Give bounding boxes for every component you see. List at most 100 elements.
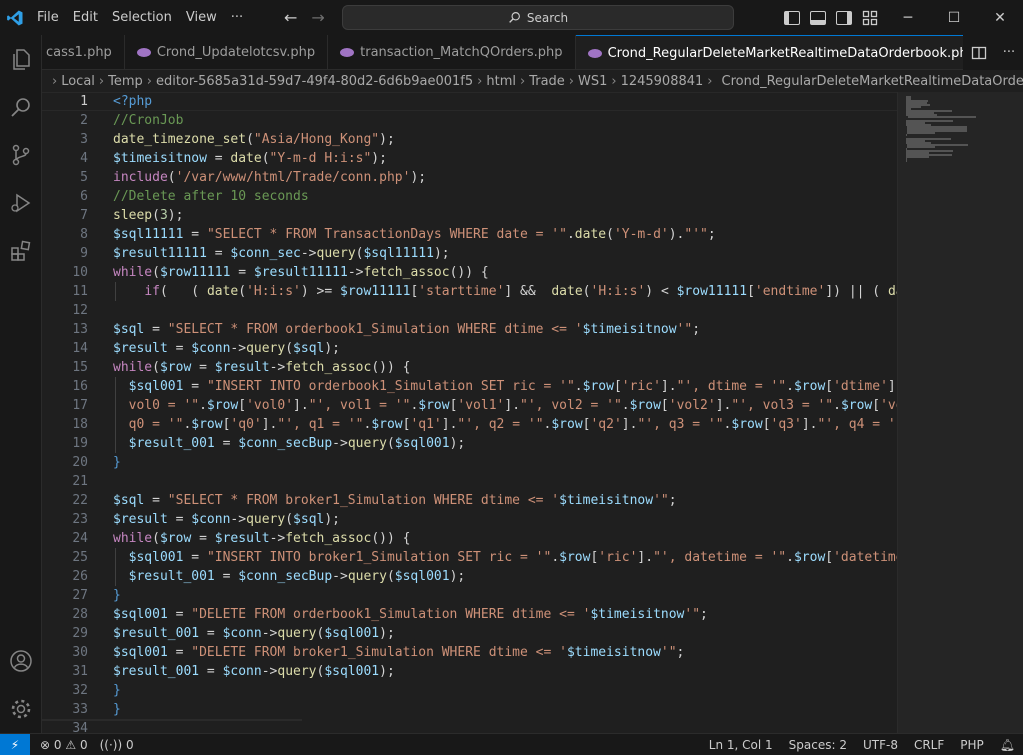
line-number: 19 (72, 436, 88, 451)
minimap-slider[interactable] (898, 92, 1023, 733)
code-line[interactable]: 10 while($row11111 = $result11111->fetch_… (42, 263, 897, 282)
code-line[interactable]: 25 $sql001 = "INSERT INTO broker1_Simula… (42, 548, 897, 567)
breadcrumb-file[interactable]: Crond_RegularDeleteMarketRealtimeDataOrd… (722, 74, 1023, 89)
line-number: 25 (72, 550, 88, 565)
code-line[interactable]: 16 $sql001 = "INSERT INTO orderbook1_Sim… (42, 377, 897, 396)
code-line[interactable]: 30 $sql001 = "DELETE FROM broker1_Simulat… (42, 643, 897, 662)
code-line[interactable]: 11 if( ( date('H:i:s') >= $row11111['sta… (42, 282, 897, 301)
code-line[interactable]: 20} (42, 453, 897, 472)
code-line[interactable]: 2 //CronJob (42, 111, 897, 130)
search-box[interactable]: Search (342, 5, 734, 30)
code-line[interactable]: 29 $result_001 = $conn->query($sql001); (42, 624, 897, 643)
code-line[interactable]: 31 $result_001 = $conn->query($sql001); (42, 662, 897, 681)
maximize-icon[interactable]: ☐ (931, 0, 977, 35)
tab-transaction-matchqorders[interactable]: transaction_MatchQOrders.php (328, 35, 576, 69)
code-line[interactable]: 7 sleep(3); (42, 206, 897, 225)
split-editor-icon[interactable] (971, 45, 987, 61)
notifications-bell-icon[interactable]: 🔔︎ (992, 738, 1023, 752)
end-of-line[interactable]: CRLF (906, 738, 952, 752)
tab-cass1[interactable]: cass1.php (42, 35, 125, 69)
code-line[interactable]: 9 $result11111 = $conn_sec->query($sql111… (42, 244, 897, 263)
breadcrumb-item[interactable]: 1245908841 (621, 74, 704, 89)
warning-icon: ⚠ (65, 737, 77, 752)
more-actions-icon[interactable]: ··· (1003, 45, 1015, 60)
code-line[interactable]: 3 date_timezone_set("Asia/Hong_Kong"); (42, 130, 897, 149)
error-count: 0 (53, 737, 62, 752)
remote-indicator-icon[interactable]: ⚡ (0, 733, 30, 755)
code-line[interactable]: 22 $sql = "SELECT * FROM broker1_Simulati… (42, 491, 897, 510)
code-line[interactable]: 8 $sql11111 = "SELECT * FROM TransactionD… (42, 225, 897, 244)
close-window-icon[interactable]: ✕ (977, 0, 1023, 35)
indentation[interactable]: Spaces: 2 (781, 738, 855, 752)
code-line[interactable]: 6 //Delete after 10 seconds (42, 187, 897, 206)
code-line[interactable]: 13 $sql = "SELECT * FROM orderbook1_Simul… (42, 320, 897, 339)
line-number: 23 (72, 512, 88, 527)
language-mode[interactable]: PHP (952, 738, 992, 752)
forward-arrow-icon[interactable]: → (311, 8, 324, 27)
code-text: $result_001 = $conn_secBup->query($sql00… (128, 569, 466, 584)
source-control-icon[interactable] (0, 131, 42, 179)
settings-gear-icon[interactable] (0, 685, 42, 733)
code-text: $sql11111 = "SELECT * FROM TransactionDa… (113, 227, 716, 242)
code-line[interactable]: 23 $result = $conn->query($sql); (42, 510, 897, 529)
explorer-icon[interactable] (0, 35, 42, 83)
php-elephant-icon (587, 48, 602, 58)
chevron-right-icon: › (146, 73, 152, 89)
code-line[interactable]: 18 q0 = '".$row['q0']."', q1 = '".$row['… (42, 415, 897, 434)
encoding[interactable]: UTF-8 (855, 738, 906, 752)
code-line[interactable]: 19 $result_001 = $conn_secBup->query($sq… (42, 434, 897, 453)
toggle-primary-sidebar-icon[interactable] (784, 10, 800, 25)
code-text: } (113, 702, 121, 717)
search-icon (509, 12, 520, 23)
problems-status[interactable]: ⊗ 0 ⚠ 0 (40, 738, 88, 752)
code-line[interactable]: 26 $result_001 = $conn_secBup->query($sq… (42, 567, 897, 586)
code-line[interactable]: 5 include('/var/www/html/Trade/conn.php')… (42, 168, 897, 187)
vscode-logo-icon (0, 0, 30, 35)
breadcrumb-item[interactable]: WS1 (578, 74, 607, 89)
breadcrumb-item[interactable]: Local (61, 74, 95, 89)
chevron-right-icon: › (707, 73, 713, 89)
back-arrow-icon[interactable]: ← (284, 8, 297, 27)
code-line[interactable]: 27} (42, 586, 897, 605)
breadcrumb-item[interactable]: Temp (108, 74, 143, 89)
run-debug-icon[interactable] (0, 179, 42, 227)
code-line[interactable]: 15 while($row = $result->fetch_assoc()) { (42, 358, 897, 377)
menu-edit[interactable]: Edit (66, 0, 105, 35)
menu-more[interactable]: ··· (224, 0, 250, 35)
line-number: 24 (72, 531, 88, 546)
code-line[interactable]: 12 (42, 301, 897, 320)
customize-layout-icon[interactable] (862, 10, 878, 26)
toggle-panel-icon[interactable] (810, 10, 826, 25)
chevron-right-icon: › (52, 73, 58, 89)
menu-selection[interactable]: Selection (105, 0, 179, 35)
extensions-icon[interactable] (0, 227, 42, 275)
line-number: 6 (80, 189, 88, 204)
code-editor[interactable]: 1 <?php 2 //CronJob 3 date_timezone_set("Asia… (42, 92, 897, 733)
code-line[interactable]: 17 vol0 = '".$row['vol0']."', vol1 = '".… (42, 396, 897, 415)
breadcrumb-item[interactable]: Trade (529, 74, 565, 89)
search-view-icon[interactable] (0, 83, 42, 131)
menu-view[interactable]: View (179, 0, 224, 35)
tab-crond-updatelotcsv[interactable]: Crond_Updatelotcsv.php (125, 35, 329, 69)
breadcrumb-item[interactable]: html (486, 74, 516, 89)
code-line[interactable]: 21 (42, 472, 897, 491)
code-line[interactable]: 32} (42, 681, 897, 700)
code-line[interactable]: 1 <?php (42, 92, 897, 111)
code-line[interactable]: 4 $timeisitnow = date("Y-m-d H:i:s"); (42, 149, 897, 168)
minimap[interactable] (897, 92, 1023, 733)
breadcrumb-item[interactable]: editor-5685a31d-59d7-49f4-80d2-6d6b9ae00… (156, 74, 473, 89)
code-text: $result = $conn->query($sql); (113, 341, 341, 356)
ports-status[interactable]: ((·)) 0 (100, 738, 134, 752)
code-line[interactable]: 34 (42, 719, 897, 733)
accounts-icon[interactable] (0, 637, 42, 685)
cursor-position[interactable]: Ln 1, Col 1 (701, 738, 781, 752)
toggle-secondary-sidebar-icon[interactable] (836, 10, 852, 25)
menu-file[interactable]: File (30, 0, 66, 35)
code-line[interactable]: 33} (42, 700, 897, 719)
minimize-icon[interactable]: ─ (885, 0, 931, 35)
tab-crond-regulardelete[interactable]: Crond_RegularDeleteMarketRealtimeDataOrd… (575, 35, 1011, 69)
code-line[interactable]: 28 $sql001 = "DELETE FROM orderbook1_Simu… (42, 605, 897, 624)
code-line[interactable]: 24 while($row = $result->fetch_assoc()) { (42, 529, 897, 548)
code-line[interactable]: 14 $result = $conn->query($sql); (42, 339, 897, 358)
line-number: 7 (80, 208, 88, 223)
